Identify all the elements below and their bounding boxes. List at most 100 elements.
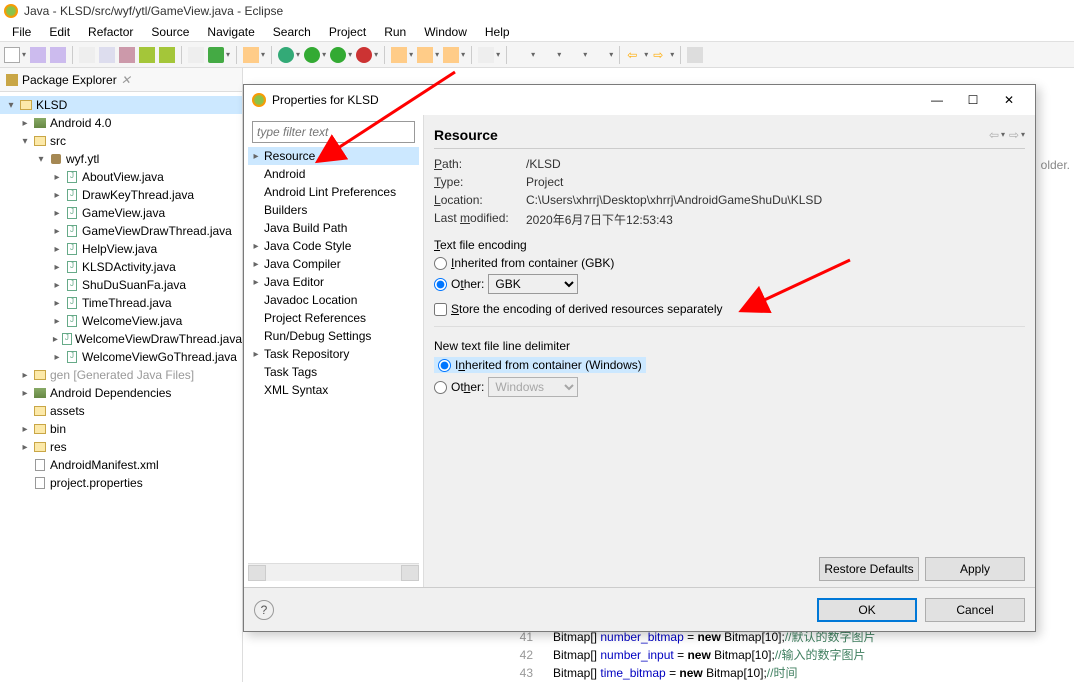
tree-item[interactable]: project.properties [0, 474, 242, 492]
tree-item[interactable]: ▸gen [Generated Java Files] [0, 366, 242, 384]
tree-item[interactable]: ▾wyf.ytl [0, 150, 242, 168]
tree-arrow-icon[interactable]: ▸ [18, 388, 32, 399]
minimize-button[interactable]: — [919, 86, 955, 114]
encoding-other-radio[interactable] [434, 278, 447, 291]
tree-item[interactable]: ▸WelcomeViewDrawThread.java [0, 330, 242, 348]
tree-item[interactable]: ▸res [0, 438, 242, 456]
tree-arrow-icon[interactable]: ▸ [50, 244, 64, 255]
category-item[interactable]: Java Build Path [248, 219, 419, 237]
tree-item[interactable]: assets [0, 402, 242, 420]
category-item[interactable]: Project References [248, 309, 419, 327]
tree-arrow-icon[interactable]: ▸ [18, 424, 32, 435]
tree-arrow-icon[interactable]: ▸ [50, 298, 64, 309]
annotation-icon[interactable] [539, 47, 555, 63]
tree-arrow-icon[interactable]: ▾ [4, 100, 18, 111]
tree-arrow-icon[interactable]: ▸ [18, 370, 32, 381]
category-arrow-icon[interactable]: ▸ [248, 151, 264, 162]
tree-item[interactable]: AndroidManifest.xml [0, 456, 242, 474]
tree-arrow-icon[interactable]: ▸ [18, 118, 32, 129]
toggle-icon[interactable] [513, 47, 529, 63]
menu-help[interactable]: Help [477, 23, 518, 41]
tree-item[interactable]: ▸WelcomeView.java [0, 312, 242, 330]
category-item[interactable]: ▸Java Editor [248, 273, 419, 291]
android-avd-icon[interactable] [159, 47, 175, 63]
store-encoding-checkbox[interactable] [434, 303, 447, 316]
package-tree[interactable]: ▾KLSD▸Android 4.0▾src▾wyf.ytl▸AboutView.… [0, 92, 242, 682]
tree-arrow-icon[interactable]: ▾ [18, 136, 32, 147]
tree-arrow-icon[interactable]: ▸ [50, 334, 61, 345]
tree-arrow-icon[interactable]: ▸ [50, 190, 64, 201]
delimiter-other-radio[interactable] [434, 381, 447, 394]
tree-item[interactable]: ▸Android 4.0 [0, 114, 242, 132]
check-icon[interactable] [208, 47, 224, 63]
maximize-button[interactable]: ☐ [955, 86, 991, 114]
tree-item[interactable]: ▸AboutView.java [0, 168, 242, 186]
tree-item[interactable]: ▸bin [0, 420, 242, 438]
pin-icon[interactable] [687, 47, 703, 63]
category-item[interactable]: ▸Java Compiler [248, 255, 419, 273]
search-icon[interactable] [478, 47, 494, 63]
scroll-left-icon[interactable] [248, 565, 266, 581]
tree-arrow-icon[interactable]: ▸ [50, 280, 64, 291]
ok-button[interactable]: OK [817, 598, 917, 622]
tree-item[interactable]: ▸KLSDActivity.java [0, 258, 242, 276]
tree-arrow-icon[interactable]: ▾ [34, 154, 48, 165]
filter-input[interactable] [252, 121, 415, 143]
scroll-right-icon[interactable] [401, 565, 419, 581]
category-item[interactable]: Android Lint Preferences [248, 183, 419, 201]
category-item[interactable]: ▸Task Repository [248, 345, 419, 363]
new-project-icon[interactable] [243, 47, 259, 63]
help-icon[interactable]: ? [254, 600, 274, 620]
menu-edit[interactable]: Edit [41, 23, 78, 41]
menu-refactor[interactable]: Refactor [80, 23, 141, 41]
category-arrow-icon[interactable]: ▸ [248, 259, 264, 270]
run-last-icon[interactable] [330, 47, 346, 63]
delimiter-inherited-radio[interactable] [438, 359, 451, 372]
tree-arrow-icon[interactable]: ▸ [50, 172, 64, 183]
tree-item[interactable]: ▸ShuDuSuanFa.java [0, 276, 242, 294]
tree-item[interactable]: ▸TimeThread.java [0, 294, 242, 312]
menu-source[interactable]: Source [143, 23, 197, 41]
close-button[interactable]: ✕ [991, 86, 1027, 114]
category-item[interactable]: XML Syntax [248, 381, 419, 399]
category-item[interactable]: ▸Resource [248, 147, 419, 165]
tree-item[interactable]: ▸Android Dependencies [0, 384, 242, 402]
back-icon[interactable]: ⇦ [626, 47, 642, 63]
android-sdk-icon[interactable] [139, 47, 155, 63]
store-encoding-label[interactable]: Store the encoding of derived resources … [451, 302, 723, 316]
next-annotation-icon[interactable] [565, 47, 581, 63]
menu-search[interactable]: Search [265, 23, 319, 41]
encoding-select[interactable]: GBK [488, 274, 578, 294]
tree-arrow-icon[interactable]: ▸ [50, 208, 64, 219]
category-arrow-icon[interactable]: ▸ [248, 277, 264, 288]
save-icon[interactable] [30, 47, 46, 63]
tree-arrow-icon[interactable]: ▸ [18, 442, 32, 453]
menu-file[interactable]: File [4, 23, 39, 41]
tree-item[interactable]: ▸GameView.java [0, 204, 242, 222]
new-folder-icon[interactable] [443, 47, 459, 63]
category-item[interactable]: Javadoc Location [248, 291, 419, 309]
menu-window[interactable]: Window [416, 23, 475, 41]
tree-arrow-icon[interactable]: ▸ [50, 316, 64, 327]
category-arrow-icon[interactable]: ▸ [248, 241, 264, 252]
delimiter-inherited-label[interactable]: Inherited from container (Windows) [455, 358, 642, 372]
tree-item[interactable]: ▸GameViewDrawThread.java [0, 222, 242, 240]
forward-icon[interactable]: ⇨ [652, 47, 668, 63]
lint-icon[interactable] [188, 47, 204, 63]
category-item[interactable]: Android [248, 165, 419, 183]
prev-annotation-icon[interactable] [591, 47, 607, 63]
encoding-other-label[interactable]: Other: [451, 277, 484, 291]
menu-project[interactable]: Project [321, 23, 374, 41]
new-icon[interactable] [4, 47, 20, 63]
tree-item[interactable]: ▸WelcomeViewGoThread.java [0, 348, 242, 366]
tree-arrow-icon[interactable]: ▸ [50, 262, 64, 273]
delimiter-other-label[interactable]: Other: [451, 380, 484, 394]
category-item[interactable]: Run/Debug Settings [248, 327, 419, 345]
tree-item[interactable]: ▾KLSD [0, 96, 242, 114]
package-icon[interactable] [119, 47, 135, 63]
encoding-inherited-label[interactable]: Inherited from container (GBK) [451, 256, 614, 270]
menu-run[interactable]: Run [376, 23, 414, 41]
category-item[interactable]: Task Tags [248, 363, 419, 381]
tree-item[interactable]: ▸HelpView.java [0, 240, 242, 258]
debug-icon[interactable] [278, 47, 294, 63]
